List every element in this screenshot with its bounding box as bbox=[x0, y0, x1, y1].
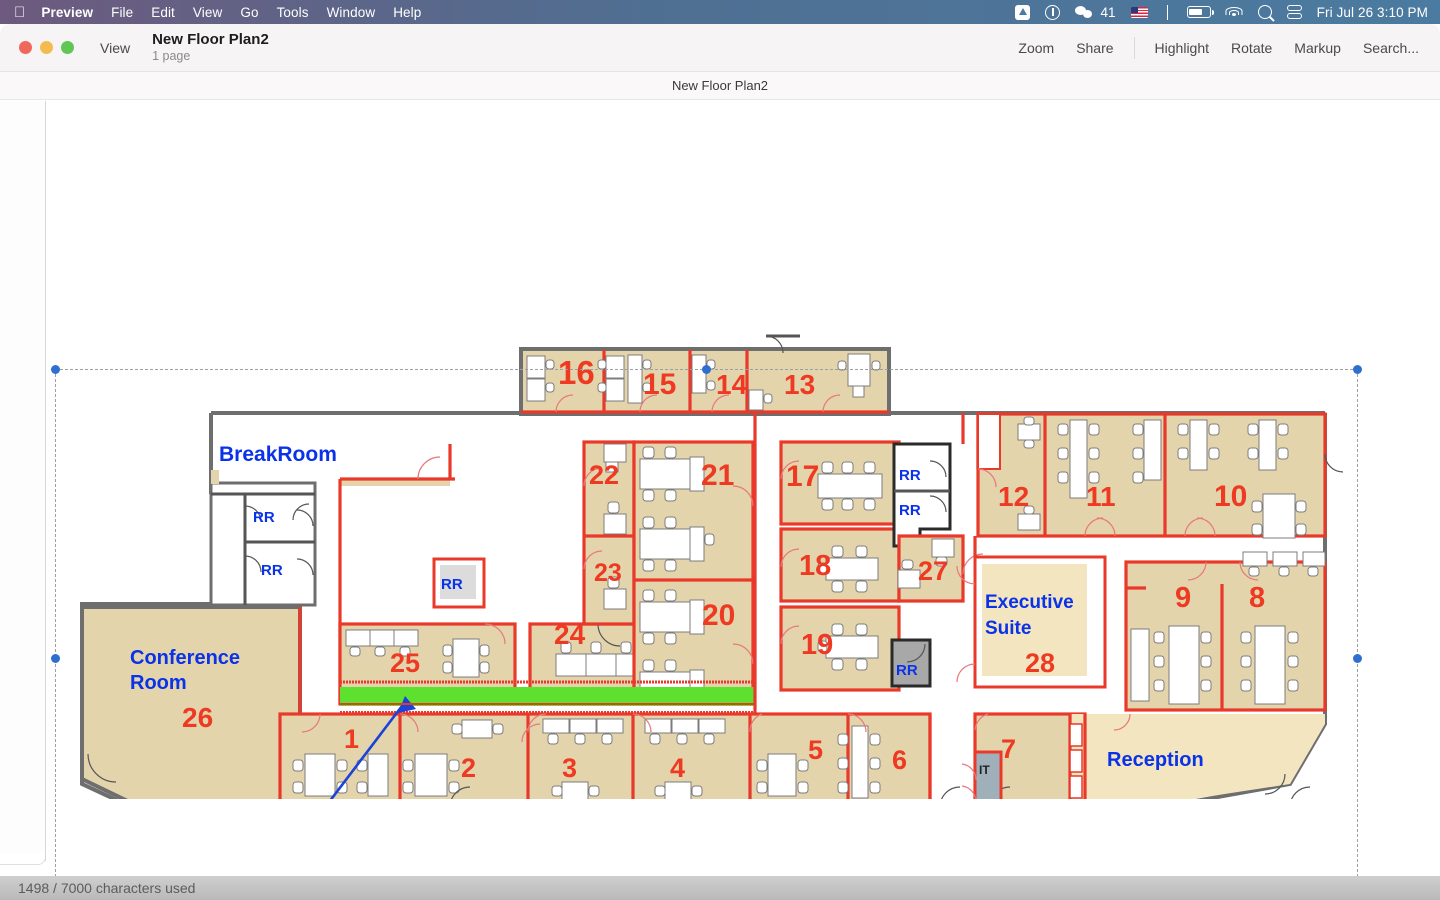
share-button[interactable]: Share bbox=[1065, 40, 1124, 56]
preview-window: View New Floor Plan2 1 page Zoom Share H… bbox=[0, 24, 1440, 876]
maximize-button[interactable] bbox=[61, 41, 74, 54]
document-meta: New Floor Plan2 1 page bbox=[152, 31, 269, 64]
selection-handle-middle-left[interactable] bbox=[51, 653, 60, 663]
menu-item-edit[interactable]: Edit bbox=[151, 5, 175, 20]
character-count-text: 1498 / 7000 characters used bbox=[18, 880, 196, 896]
close-button[interactable] bbox=[19, 41, 32, 54]
zoom-button[interactable]: Zoom bbox=[1007, 40, 1065, 56]
menu-bar-clock[interactable]: Fri Jul 26 3:10 PM bbox=[1317, 5, 1428, 20]
rotate-button[interactable]: Rotate bbox=[1220, 40, 1283, 56]
minimize-button[interactable] bbox=[40, 41, 53, 54]
search-button[interactable]: Search... bbox=[1352, 40, 1430, 56]
bluetooth-icon[interactable] bbox=[1163, 4, 1172, 20]
selection-handle-top-right[interactable] bbox=[1353, 365, 1362, 374]
do-not-disturb-icon[interactable] bbox=[1045, 4, 1061, 20]
document-canvas[interactable]: .rw{stroke:#e8392a;stroke-width:3.2;fill… bbox=[0, 101, 1440, 876]
toolbar-separator bbox=[1133, 36, 1135, 59]
selection-handle-top-left[interactable] bbox=[51, 365, 60, 374]
menu-item-tools[interactable]: Tools bbox=[277, 5, 309, 20]
apple-logo-icon[interactable]:  bbox=[14, 5, 25, 20]
menu-item-view[interactable]: View bbox=[193, 5, 222, 20]
spotlight-search-icon[interactable] bbox=[1257, 5, 1272, 19]
battery-icon[interactable] bbox=[1186, 6, 1214, 18]
selection-box[interactable] bbox=[51, 365, 1362, 876]
document-page-count: 1 page bbox=[152, 49, 191, 64]
dropbox-icon[interactable] bbox=[1015, 4, 1031, 20]
control-center-icon[interactable] bbox=[1286, 5, 1302, 19]
wechat-badge-count: 41 bbox=[1100, 4, 1116, 20]
highlight-button[interactable]: Highlight bbox=[1144, 40, 1220, 56]
status-bar: 1498 / 7000 characters used bbox=[0, 876, 1440, 900]
document-name-text: New Floor Plan2 bbox=[671, 78, 769, 93]
selection-handle-top-middle[interactable] bbox=[702, 365, 711, 374]
wechat-icon[interactable]: 41 bbox=[1075, 4, 1116, 20]
menu-item-help[interactable]: Help bbox=[393, 5, 421, 20]
menu-item-file[interactable]: File bbox=[111, 5, 133, 20]
window-title-bar: View New Floor Plan2 1 page Zoom Share H… bbox=[0, 24, 1440, 72]
selection-handle-middle-right[interactable] bbox=[1353, 653, 1362, 663]
markup-button[interactable]: Markup bbox=[1283, 40, 1352, 56]
menu-item-preview[interactable]: Preview bbox=[41, 5, 93, 20]
view-button[interactable]: View bbox=[100, 40, 130, 56]
document-title: New Floor Plan2 bbox=[152, 30, 269, 48]
document-name-header: New Floor Plan2 bbox=[0, 72, 1440, 100]
toolbar-actions: Zoom Share Highlight Rotate Markup Searc… bbox=[1007, 36, 1430, 59]
page-corner bbox=[0, 853, 46, 865]
menu-item-window[interactable]: Window bbox=[327, 5, 376, 20]
menu-item-go[interactable]: Go bbox=[240, 5, 258, 20]
menu-bar-status-items: 41 Fri Jul 26 3:10 PM bbox=[1000, 4, 1428, 20]
menu-bar:  Preview File Edit View Go Tools Window… bbox=[0, 0, 1440, 24]
us-flag-input-icon[interactable] bbox=[1130, 6, 1148, 18]
window-controls bbox=[19, 41, 74, 54]
wifi-icon[interactable] bbox=[1225, 6, 1243, 19]
